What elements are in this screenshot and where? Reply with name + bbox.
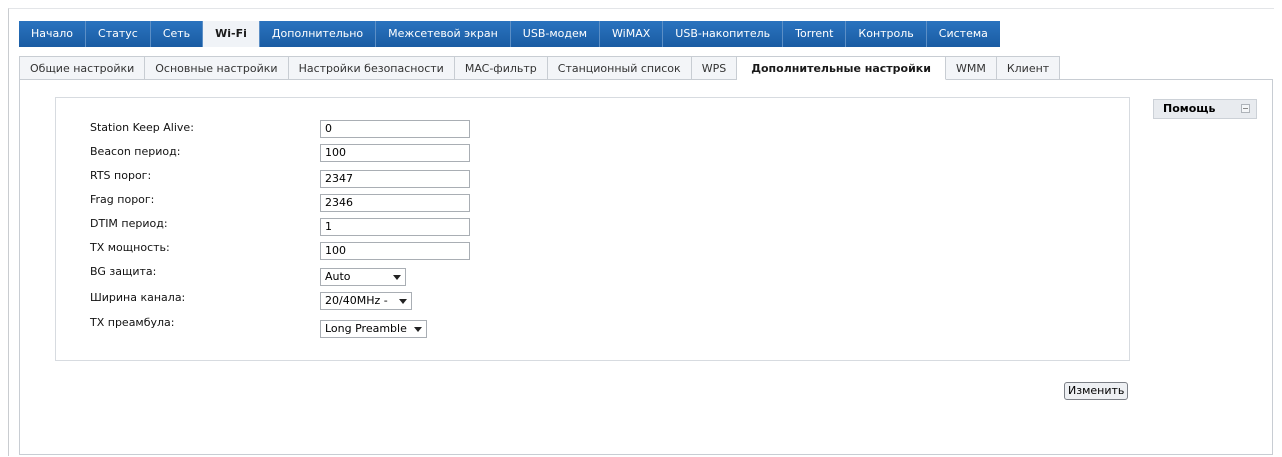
help-panel[interactable]: Помощь: [1153, 99, 1257, 119]
subtab-station-list[interactable]: Станционный список: [547, 56, 692, 80]
tab-system[interactable]: Система: [926, 21, 1000, 47]
rts-threshold-input[interactable]: 2347: [320, 170, 470, 188]
chevron-down-icon: [399, 299, 407, 304]
collapse-icon[interactable]: [1241, 104, 1250, 113]
frag-threshold-label: Frag порог:: [90, 193, 155, 206]
main-tabs: Начало Статус Сеть Wi-Fi Дополнительно М…: [19, 21, 1000, 47]
channel-width-value: 20/40MHz -: [325, 294, 388, 307]
tx-preamble-select[interactable]: Long Preamble: [320, 320, 427, 338]
dtim-period-label: DTIM период:: [90, 217, 168, 230]
subtab-basic-settings[interactable]: Основные настройки: [145, 56, 289, 80]
tab-torrent[interactable]: Torrent: [783, 21, 847, 47]
tab-wimax[interactable]: WiMAX: [600, 21, 664, 47]
sub-tabs: Общие настройки Основные настройки Настр…: [19, 56, 1061, 80]
tab-start[interactable]: Начало: [19, 21, 87, 47]
rts-threshold-label: RTS порог:: [90, 169, 152, 182]
change-button[interactable]: Изменить: [1064, 382, 1129, 400]
tab-wifi[interactable]: Wi-Fi: [203, 21, 260, 47]
beacon-period-input[interactable]: 100: [320, 144, 470, 162]
subtab-general-settings[interactable]: Общие настройки: [19, 56, 146, 80]
tx-preamble-value: Long Preamble: [325, 322, 407, 335]
subtab-wmm[interactable]: WMM: [945, 56, 997, 80]
frag-threshold-input[interactable]: 2346: [320, 194, 470, 212]
tx-power-label: TX мощность:: [90, 241, 170, 254]
help-label: Помощь: [1163, 102, 1216, 115]
station-keep-alive-input[interactable]: 0: [320, 120, 470, 138]
tab-usb-storage[interactable]: USB-накопитель: [663, 21, 784, 47]
tab-status[interactable]: Статус: [86, 21, 151, 47]
tx-preamble-label: TX преамбула:: [90, 316, 175, 329]
station-keep-alive-label: Station Keep Alive:: [90, 121, 194, 134]
chevron-down-icon: [414, 327, 422, 332]
tab-control[interactable]: Контроль: [846, 21, 927, 47]
tab-advanced[interactable]: Дополнительно: [259, 21, 377, 47]
tab-usb-modem[interactable]: USB-модем: [510, 21, 601, 47]
dtim-period-input[interactable]: 1: [320, 218, 470, 236]
bg-protection-value: Auto: [325, 270, 351, 283]
subtab-wps[interactable]: WPS: [691, 56, 738, 80]
tab-network[interactable]: Сеть: [150, 21, 204, 47]
sub-tab-bar: Общие настройки Основные настройки Настр…: [19, 47, 1273, 80]
tab-firewall[interactable]: Межсетевой экран: [376, 21, 511, 47]
tx-power-input[interactable]: 100: [320, 242, 470, 260]
subtab-client[interactable]: Клиент: [996, 56, 1061, 80]
channel-width-select[interactable]: 20/40MHz -: [320, 292, 412, 310]
channel-width-label: Ширина канала:: [90, 291, 186, 304]
bg-protection-label: BG защита:: [90, 265, 157, 278]
bg-protection-select[interactable]: Auto: [320, 268, 406, 286]
chevron-down-icon: [393, 275, 401, 280]
beacon-period-label: Beacon период:: [90, 145, 181, 158]
subtab-mac-filter[interactable]: MAC-фильтр: [454, 56, 548, 80]
subtab-advanced-settings[interactable]: Дополнительные настройки: [737, 56, 946, 80]
subtab-security-settings[interactable]: Настройки безопасности: [288, 56, 455, 80]
